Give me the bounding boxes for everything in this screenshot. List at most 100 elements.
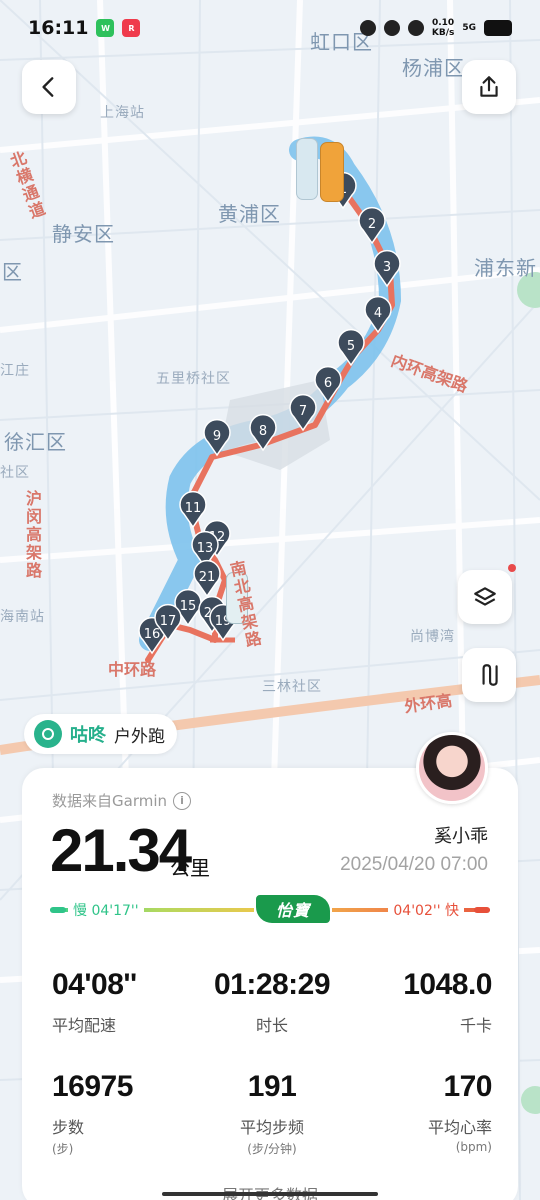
marker-label: 15 xyxy=(180,599,197,614)
stat-value: 01:28:29 xyxy=(213,968,331,1001)
marker-label: 11 xyxy=(185,501,202,516)
stat-label: 千卡 xyxy=(459,1016,492,1035)
route-marker: 21 xyxy=(193,559,221,598)
stat-unit: (步) xyxy=(52,1142,74,1156)
mute-icon xyxy=(407,20,424,36)
stat-value: 170 xyxy=(443,1070,492,1103)
bottle-icon xyxy=(320,142,344,202)
stat-label: 平均心率 xyxy=(427,1118,492,1137)
pace-slow-label: 慢 04'17'' xyxy=(68,898,144,922)
redbook-icon: R xyxy=(122,19,141,37)
username: 奚小乖 xyxy=(434,826,488,847)
share-button[interactable] xyxy=(462,60,516,114)
route-icon xyxy=(482,664,498,686)
stat-value: 16975 xyxy=(52,1070,133,1103)
stat-label: 时长 xyxy=(255,1016,288,1035)
marker-label: 21 xyxy=(199,570,216,585)
alarm-icon xyxy=(359,20,376,36)
pace-gradient-bar: 慢 04'17'' 04'02'' 快 怡寶 xyxy=(50,892,490,926)
share-icon xyxy=(480,76,498,97)
marker-label: 2 xyxy=(368,217,376,232)
stat-unit: (步/分钟) xyxy=(247,1142,297,1156)
route-marker: 3 xyxy=(373,249,401,288)
route-marker: 5 xyxy=(337,328,365,367)
data-source-label: 数据来自Garmin xyxy=(52,792,168,810)
marker-label: 17 xyxy=(160,614,177,629)
network-type: 5G xyxy=(462,23,476,33)
notification-dot xyxy=(508,564,516,572)
district-label: 徐汇区 xyxy=(4,430,67,454)
stat-cadence: 191 平均步频 (步/分钟) xyxy=(197,1070,347,1157)
station-label: 海南站 xyxy=(0,609,45,625)
route-marker: 2 xyxy=(358,206,386,245)
marker-label: 7 xyxy=(299,404,307,419)
marker-label: 8 xyxy=(259,424,267,439)
codoon-logo-icon xyxy=(34,720,62,748)
district-label: 浦东新 xyxy=(474,256,537,280)
avatar[interactable] xyxy=(416,732,488,804)
expand-more-button[interactable]: 展开更多数据 xyxy=(22,1182,518,1200)
brand-tag: 咕咚 户外跑 xyxy=(24,714,177,754)
stat-unit: (bpm) xyxy=(455,1140,492,1154)
marker-label: 5 xyxy=(347,339,355,354)
stat-calories: 1048.0 千卡 xyxy=(342,968,492,1036)
route-marker: 8 xyxy=(249,413,277,452)
location-icon xyxy=(383,20,400,36)
district-label: 杨浦区 xyxy=(402,56,465,80)
sport-type: 户外跑 xyxy=(114,726,165,747)
data-source: 数据来自Garmin i xyxy=(52,790,192,811)
marker-label: 6 xyxy=(324,376,332,391)
route-replay-button[interactable] xyxy=(462,648,516,702)
home-indicator[interactable] xyxy=(162,1192,378,1196)
status-time: 16:11 xyxy=(28,17,89,39)
district-label: 江庄 xyxy=(0,363,30,379)
stat-duration: 01:28:29 时长 xyxy=(197,968,347,1036)
stat-label: 平均配速 xyxy=(52,1016,117,1035)
bottle-icon xyxy=(296,138,318,200)
stat-pace: 04'08'' 平均配速 xyxy=(52,968,202,1036)
road-label: 中环路 xyxy=(108,660,157,679)
route-marker: 4 xyxy=(364,295,392,334)
info-icon[interactable]: i xyxy=(173,791,192,810)
stat-heart-rate: 170 平均心率 (bpm) xyxy=(342,1070,493,1154)
district-label: 五里桥社区 xyxy=(156,371,231,387)
pace-cap-fast xyxy=(474,907,490,913)
route-marker: 6 xyxy=(314,365,342,404)
distance-unit: 公里 xyxy=(170,856,210,880)
stat-value: 04'08'' xyxy=(52,968,137,1001)
district-label: 尚博湾 xyxy=(410,629,455,645)
route-marker: 7 xyxy=(289,393,317,432)
sponsor-logo: 怡寶 xyxy=(254,892,332,926)
marker-label: 9 xyxy=(213,429,221,444)
layers-button[interactable] xyxy=(458,564,516,624)
summary-card: 数据来自Garmin i 21.34 公里 奚小乖 2025/04/20 07:… xyxy=(22,768,518,1200)
brand-name: 咕咚 xyxy=(70,725,106,746)
district-label: 静安区 xyxy=(52,222,115,246)
district-label: 社区 xyxy=(0,465,30,481)
stat-value: 191 xyxy=(247,1070,297,1103)
battery-icon xyxy=(484,20,512,36)
stat-steps: 16975 步数 (步) xyxy=(52,1070,202,1157)
back-button[interactable] xyxy=(22,60,76,114)
pace-cap-slow xyxy=(50,907,66,913)
stat-label: 平均步频 xyxy=(239,1118,304,1137)
district-label: 黄浦区 xyxy=(218,202,281,226)
route-marker: 11 xyxy=(179,490,207,529)
status-bar: 16:11 W R 0.10 KB/s 5G xyxy=(0,0,540,56)
station-label: 上海站 xyxy=(100,105,145,121)
route-marker: 9 xyxy=(203,418,231,457)
district-label: 区 xyxy=(2,260,23,284)
stat-value: 1048.0 xyxy=(403,968,492,1001)
layers-icon xyxy=(474,587,496,606)
chevron-left-icon xyxy=(42,77,54,97)
marker-label: 3 xyxy=(383,260,391,275)
wechat-icon: W xyxy=(96,19,115,37)
run-datetime: 2025/04/20 07:00 xyxy=(340,854,488,875)
pace-fast-label: 04'02'' 快 xyxy=(388,898,464,922)
net-speed: 0.10 KB/s xyxy=(431,18,455,38)
stat-label: 步数 xyxy=(52,1118,85,1137)
marker-label: 13 xyxy=(197,541,214,556)
sponsor-text: 怡寶 xyxy=(256,895,330,923)
district-label: 三林社区 xyxy=(262,679,322,695)
marker-label: 4 xyxy=(374,306,382,321)
